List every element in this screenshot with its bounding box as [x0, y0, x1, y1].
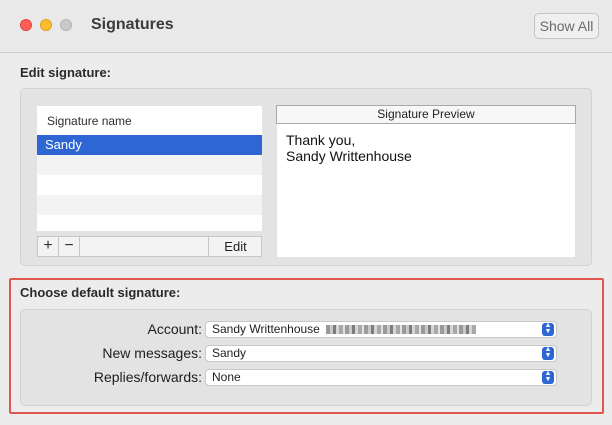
new-messages-value: Sandy [212, 346, 247, 360]
account-label: Account: [147, 321, 202, 337]
replies-forwards-value: None [212, 370, 241, 384]
preview-line: Sandy Writtenhouse [286, 148, 412, 164]
edit-signature-button[interactable]: Edit [208, 237, 262, 256]
signature-preview: Thank you, Sandy Writtenhouse [277, 124, 575, 257]
replies-forwards-popup[interactable]: None ▲ ▼ [205, 369, 557, 386]
replies-forwards-label: Replies/forwards: [93, 369, 202, 385]
choose-default-label: Choose default signature: [20, 285, 181, 300]
new-messages-popup[interactable]: Sandy ▲ ▼ [205, 345, 557, 362]
signature-list-item[interactable]: Sandy [37, 135, 262, 155]
remove-signature-button[interactable]: − [59, 237, 80, 256]
close-icon[interactable] [20, 19, 32, 31]
window-title: Signatures [91, 16, 174, 33]
list-empty-row [37, 175, 262, 195]
list-empty-row [37, 195, 262, 215]
signature-preview-header: Signature Preview [276, 105, 576, 124]
edit-signature-label: Edit signature: [20, 65, 112, 80]
popup-chevrons-icon: ▲ ▼ [542, 322, 554, 336]
title-bar: Signatures Show All [0, 0, 612, 53]
popup-chevrons-icon: ▲ ▼ [542, 346, 554, 360]
popup-chevrons-icon: ▲ ▼ [542, 370, 554, 384]
zoom-icon[interactable] [60, 19, 72, 31]
new-messages-label: New messages: [102, 345, 202, 361]
list-empty-row [37, 215, 262, 231]
preview-line: Thank you, [286, 132, 356, 148]
account-value: Sandy Writtenhouse [212, 322, 320, 336]
minimize-icon[interactable] [40, 19, 52, 31]
redacted-email [326, 325, 476, 334]
account-popup[interactable]: Sandy Writtenhouse ▲ ▼ [205, 321, 557, 338]
signature-list-toolbar: + − Edit [37, 236, 262, 257]
add-signature-button[interactable]: + [38, 237, 59, 256]
list-empty-row [37, 155, 262, 175]
signature-list[interactable]: Signature name Sandy [37, 106, 262, 231]
show-all-button[interactable]: Show All [534, 13, 599, 39]
signature-list-header: Signature name [47, 114, 132, 128]
